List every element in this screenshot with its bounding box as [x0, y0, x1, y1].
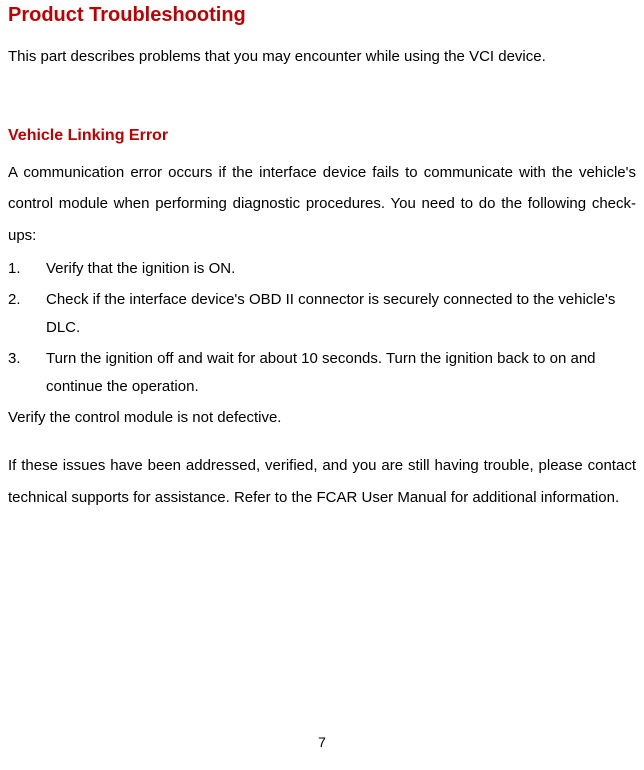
- list-text: Turn the ignition off and wait for about…: [46, 345, 636, 402]
- page-title: Product Troubleshooting: [8, 0, 636, 27]
- section-subtitle: Vehicle Linking Error: [8, 127, 636, 145]
- page-number: 7: [0, 734, 644, 750]
- list-number: 3.: [8, 345, 46, 402]
- closing-paragraph: If these issues have been addressed, ver…: [8, 450, 636, 513]
- list-text: Check if the interface device's OBD II c…: [46, 286, 636, 343]
- list-text: Verify that the ignition is ON.: [46, 255, 636, 284]
- list-item: 2. Check if the interface device's OBD I…: [8, 286, 636, 343]
- description-paragraph: A communication error occurs if the inte…: [8, 157, 636, 252]
- list-number: 2.: [8, 286, 46, 343]
- verify-paragraph: Verify the control module is not defecti…: [8, 404, 636, 433]
- list-number: 1.: [8, 255, 46, 284]
- intro-paragraph: This part describes problems that you ma…: [8, 41, 636, 73]
- list-item: 1. Verify that the ignition is ON.: [8, 255, 636, 284]
- list-item: 3. Turn the ignition off and wait for ab…: [8, 345, 636, 402]
